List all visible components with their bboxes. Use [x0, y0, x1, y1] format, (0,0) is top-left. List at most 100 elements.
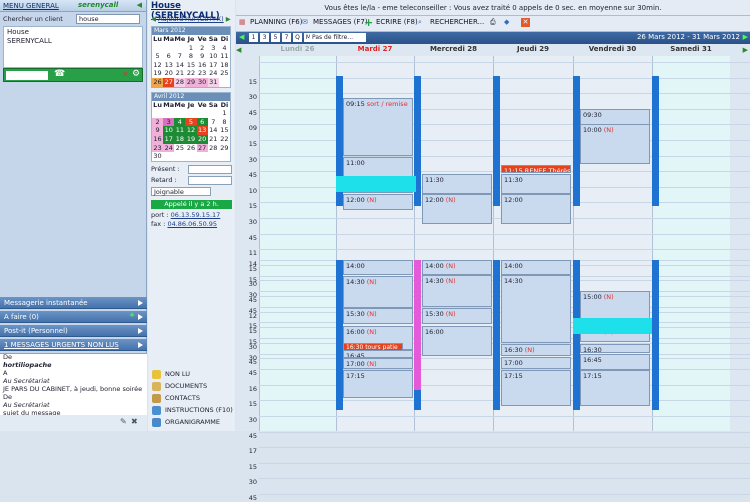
view-button[interactable]: 5: [271, 33, 280, 42]
calendar-day[interactable]: 26: [152, 77, 164, 87]
appointment[interactable]: 17:00 (N): [343, 358, 413, 369]
calendar-day[interactable]: 11: [174, 126, 186, 135]
appointment[interactable]: 12:00 (N): [343, 194, 413, 210]
rechercher-button[interactable]: RECHERCHER...: [430, 18, 484, 26]
ecrire-button[interactable]: ECRIRE (F8): [376, 18, 418, 26]
prev-icon[interactable]: ◀: [151, 15, 156, 23]
calendar-day[interactable]: 5: [152, 52, 163, 61]
menu-instructions[interactable]: INSTRUCTIONS (F10): [148, 404, 235, 416]
calendar-day[interactable]: [208, 109, 219, 118]
appointment[interactable]: 14:30 (N): [422, 275, 492, 307]
phone-icon[interactable]: ☎: [54, 69, 65, 79]
appointment[interactable]: 16:30 (N): [501, 344, 571, 356]
client-search-input[interactable]: house: [76, 14, 140, 24]
calendar-day[interactable]: 10: [163, 126, 175, 135]
next-week-icon[interactable]: ▶: [743, 33, 748, 41]
calendar-day[interactable]: 3: [208, 44, 219, 53]
calendar-day[interactable]: 19: [152, 69, 163, 78]
tag-icon[interactable]: ◆: [504, 18, 509, 26]
calendar-day[interactable]: 4: [219, 44, 230, 53]
next-icon[interactable]: ▶: [226, 15, 231, 23]
menu-organigramme[interactable]: ORGANIGRAMME: [148, 416, 235, 428]
calendar-day[interactable]: 22: [219, 135, 230, 144]
calendar-day[interactable]: 15: [185, 61, 196, 70]
messagerie-panel[interactable]: Messagerie instantanée: [0, 297, 147, 309]
calendar-day[interactable]: 10: [208, 52, 219, 61]
calendar-day[interactable]: 19: [185, 134, 197, 144]
appointment[interactable]: 17:15: [343, 370, 413, 398]
calendar-day[interactable]: 18: [174, 134, 186, 144]
delete-icon[interactable]: ✖: [131, 417, 138, 426]
calendar-day[interactable]: 24: [163, 143, 175, 153]
appointment[interactable]: 12:00: [501, 194, 571, 224]
calendar-day[interactable]: 24: [208, 69, 219, 78]
port-number[interactable]: 06.13.59.15.17: [171, 211, 221, 219]
prev-day-icon[interactable]: ◀: [236, 46, 241, 54]
add-icon[interactable]: +: [129, 311, 135, 319]
appointment[interactable]: 17:15: [501, 370, 571, 406]
calendar-day[interactable]: 5: [185, 117, 197, 127]
calendar-day[interactable]: [219, 78, 230, 87]
calendar-day[interactable]: 26: [185, 144, 196, 153]
calendar-day[interactable]: [163, 44, 174, 53]
calendar-day[interactable]: 11: [219, 52, 230, 61]
calendar-day[interactable]: 7: [174, 52, 185, 61]
appointment[interactable]: 15:30 (N): [422, 308, 492, 324]
calendar-day[interactable]: [152, 109, 163, 118]
calendar-day[interactable]: 30: [152, 152, 163, 161]
calendar-day[interactable]: 29: [219, 144, 230, 153]
appointment[interactable]: 09:15 sort / remise: [343, 98, 413, 156]
calendar-day[interactable]: 2: [152, 117, 164, 127]
today-link[interactable]: Aujourd'hui (Ctrl+X): [158, 15, 224, 23]
message-sender[interactable]: hortiliopache: [0, 362, 147, 370]
printer-icon[interactable]: ⎙: [490, 18, 496, 27]
calendar-day[interactable]: 21: [174, 69, 185, 78]
appointment[interactable]: 14:30: [501, 275, 571, 343]
appointment[interactable]: 12:00 (N): [422, 194, 492, 224]
view-button[interactable]: Q: [293, 33, 302, 42]
late-appointment[interactable]: 16:30 tours patie: [343, 343, 403, 351]
calendar-day[interactable]: 20: [163, 69, 174, 78]
calendar-day[interactable]: [174, 44, 185, 53]
calendar-day[interactable]: [185, 109, 196, 118]
messages-button[interactable]: MESSAGES (F7): [313, 18, 368, 26]
appointment[interactable]: 17:15: [580, 370, 650, 406]
calendar-day[interactable]: 16: [197, 61, 208, 70]
calendar-day[interactable]: 2: [197, 44, 208, 53]
hangup-icon[interactable]: ✕: [122, 70, 129, 79]
calendar-day[interactable]: 9: [197, 52, 208, 61]
menu-general-link[interactable]: MENU GENERAL: [3, 2, 59, 10]
calendar-day[interactable]: 25: [174, 144, 185, 153]
appointment[interactable]: 17:00: [501, 357, 571, 369]
calendar-day[interactable]: 12: [152, 61, 163, 70]
calendar-day[interactable]: 1: [185, 44, 196, 53]
calendar-day[interactable]: 28: [174, 77, 186, 87]
calendar-day[interactable]: 6: [196, 117, 208, 127]
calendar-day[interactable]: 21: [208, 135, 219, 144]
calendar-day[interactable]: 23: [197, 69, 208, 78]
view-button[interactable]: 7: [282, 33, 291, 42]
day-column[interactable]: [414, 56, 493, 431]
calendar-day[interactable]: 20: [196, 134, 208, 144]
day-column[interactable]: [652, 56, 730, 431]
prev-week-icon[interactable]: ◀: [239, 33, 244, 41]
calendar-day[interactable]: 28: [208, 144, 219, 153]
back-arrow-icon[interactable]: ◀: [137, 1, 142, 9]
calendar-day[interactable]: 17: [208, 61, 219, 70]
calendar-day[interactable]: 8: [185, 52, 196, 61]
calendar-day[interactable]: 14: [208, 126, 219, 135]
calendar-day[interactable]: [197, 109, 208, 118]
present-select[interactable]: [188, 164, 232, 174]
appointment[interactable]: 14:00: [501, 260, 571, 275]
message-body[interactable]: JE PARS DU CABINET, à jeudi, bonne soiré…: [0, 386, 147, 394]
day-column[interactable]: [259, 56, 336, 431]
phone-input[interactable]: [6, 71, 48, 80]
calendar-day[interactable]: 14: [174, 61, 185, 70]
client-item[interactable]: House: [4, 27, 142, 36]
view-button[interactable]: 1: [249, 33, 258, 42]
appointment[interactable]: 15:30 (N): [343, 308, 413, 324]
edit-icon[interactable]: ✎: [120, 417, 127, 426]
calendar-day[interactable]: 17: [163, 134, 175, 144]
next-day-icon[interactable]: ▶: [743, 46, 748, 54]
calendar-day[interactable]: 18: [219, 61, 230, 70]
